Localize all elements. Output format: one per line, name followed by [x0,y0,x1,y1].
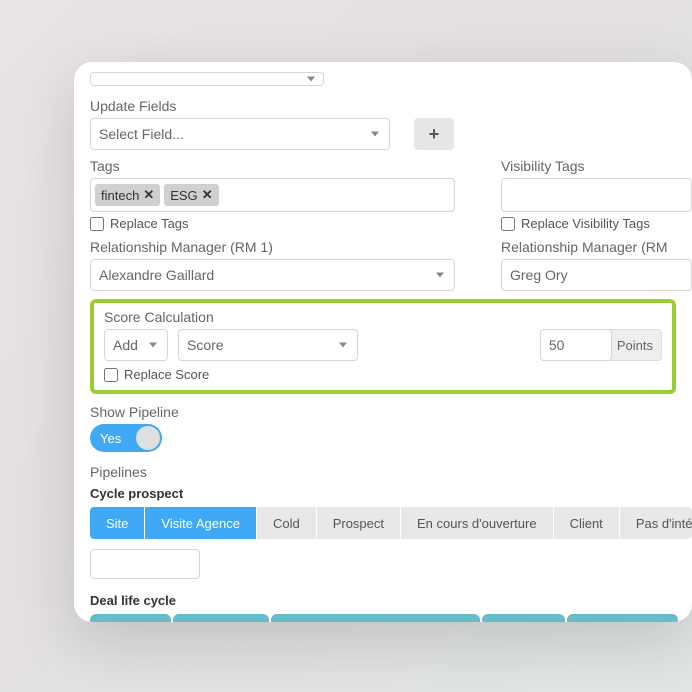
pipeline-extra-input[interactable] [90,549,200,579]
tab-pas-interet[interactable]: Pas d'inté [620,507,692,539]
tags-label: Tags [90,158,455,174]
chevron-down-icon [436,273,444,278]
top-field-select[interactable] [90,72,324,86]
tag-text: ESG [170,188,197,203]
score-calculation-section: Score Calculation Add Score 50 Points Re… [90,299,676,394]
tab-visite-agence[interactable]: Visite Agence [145,507,257,539]
replace-score-label: Replace Score [124,367,209,382]
chevron-down-icon [339,343,347,348]
score-unit-label: Points [609,329,662,361]
tab-cold[interactable]: Cold [257,507,317,539]
replace-tags-row[interactable]: Replace Tags [90,216,455,231]
pipeline-group-title: Cycle prospect [90,486,692,501]
pipelines-label: Pipelines [90,464,692,480]
rm2-select[interactable]: Greg Ory [501,259,692,291]
settings-card: Update Fields Select Field... + Tags fin… [74,62,692,622]
cycle-prospect-tabs: Site Visite Agence Cold Prospect En cour… [90,507,692,539]
update-fields-label: Update Fields [90,98,692,114]
score-op-select[interactable]: Add [104,329,168,361]
rm2-label: Relationship Manager (RM [501,239,692,255]
chevron-down-icon [371,132,379,137]
tab-client[interactable]: Client [554,507,620,539]
replace-visibility-tags-checkbox[interactable] [501,217,515,231]
replace-tags-label: Replace Tags [110,216,189,231]
deal-life-cycle-tabs: Incoming NDA signed BP - Legal documents… [90,614,692,622]
chevron-down-icon [307,77,315,82]
toggle-knob [136,426,160,450]
tab-distribution[interactable]: Distribution co [567,614,677,622]
show-pipeline-toggle[interactable]: Yes [90,424,162,452]
tag-chip[interactable]: ESG ✕ [164,184,218,206]
toggle-value: Yes [100,431,121,446]
chevron-down-icon [149,343,157,348]
update-fields-select[interactable]: Select Field... [90,118,390,150]
rm1-label: Relationship Manager (RM 1) [90,239,455,255]
deal-life-cycle-title: Deal life cycle [90,593,692,608]
replace-score-checkbox[interactable] [104,368,118,382]
tags-input[interactable]: fintech ✕ ESG ✕ [90,178,455,212]
tag-text: fintech [101,188,139,203]
add-field-button[interactable]: + [414,118,454,150]
score-section-label: Score Calculation [104,309,662,325]
score-field-value: Score [187,337,224,353]
replace-visibility-tags-row[interactable]: Replace Visibility Tags [501,216,692,231]
replace-tags-checkbox[interactable] [90,217,104,231]
score-value-input[interactable]: 50 [540,329,612,361]
score-field-select[interactable]: Score [178,329,358,361]
tab-nda-signed[interactable]: NDA signed [173,614,270,622]
tab-en-cours[interactable]: En cours d'ouverture [401,507,554,539]
replace-visibility-tags-label: Replace Visibility Tags [521,216,650,231]
tab-approved[interactable]: Approved [482,614,566,622]
plus-icon: + [429,124,440,145]
rm1-select[interactable]: Alexandre Gaillard [90,259,455,291]
rm2-value: Greg Ory [510,267,568,283]
update-fields-placeholder: Select Field... [99,126,184,142]
tab-prospect[interactable]: Prospect [317,507,401,539]
close-icon[interactable]: ✕ [143,187,154,203]
visibility-tags-label: Visibility Tags [501,158,692,174]
show-pipeline-label: Show Pipeline [90,404,692,420]
tab-incoming[interactable]: Incoming [90,614,171,622]
visibility-tags-input[interactable] [501,178,692,212]
tab-site[interactable]: Site [90,507,145,539]
rm1-value: Alexandre Gaillard [99,267,214,283]
score-op-value: Add [113,337,138,353]
replace-score-row[interactable]: Replace Score [104,367,662,382]
close-icon[interactable]: ✕ [202,187,213,203]
score-value: 50 [549,337,565,353]
tab-bp-legal[interactable]: BP - Legal documents received [271,614,479,622]
tag-chip[interactable]: fintech ✕ [95,184,160,206]
